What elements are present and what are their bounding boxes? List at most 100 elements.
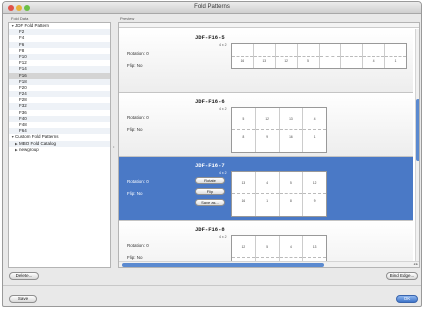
vertical-scrollbar[interactable] [415,29,419,261]
page-number: 12 [265,116,269,121]
vertical-scroll-thumb[interactable] [416,99,419,161]
page-number: 9 [313,199,316,204]
tree-item-label: MBO Fold Catalog [19,140,57,146]
flip-button[interactable]: Flip [195,188,225,195]
fold-pattern-preview[interactable]: JDF-F16-6 4 x 2 Rotation: 0 Flip: No 5 8 12 9 13… [119,93,413,157]
tree-item-label: Custom Fold Patterns [15,134,59,140]
rotate-button[interactable]: Rotate [195,177,225,184]
page-cell: 5 [297,44,320,68]
tree-item-label: F40 [19,115,27,121]
fold-pattern-tree[interactable]: ▼JDF Fold Pattern F2 F4 F6 F8 F10 F12 F14 F16 F18… [8,22,111,268]
fold-pattern-preview[interactable]: JDF-F16-5 4 x 2 Rotation: 0 Flip: No 16 13 12 5… [119,29,413,93]
tree-item-label: F16 [19,72,27,78]
page-number: 4 [313,116,316,121]
page-cell: 13 [253,44,276,68]
flip-label: Flip: No [127,191,143,196]
pattern-dimensions: 4 x 2 [219,235,227,239]
tree-item-label: F8 [19,47,25,53]
page-number: 16 [241,199,246,204]
page-cell: 16 [232,44,254,68]
page-cell: 41 [303,108,326,152]
page-number: 13 [312,244,317,249]
flip-label: Flip: No [127,63,143,68]
page-number: 16 [289,135,293,140]
tree-item-label: JDF Fold Pattern [15,23,50,28]
page-number: 12 [312,180,317,185]
page-number: 5 [289,180,292,185]
ok-button[interactable]: OK [396,295,418,303]
tree-item-label: F2 [19,29,25,35]
page-cell: 58 [279,172,304,216]
footer-divider [3,285,421,286]
tree-item-label: F10 [19,53,27,59]
page-number: 4 [266,180,269,185]
page-number: 13 [241,180,246,185]
pattern-dimensions: 4 x 2 [219,171,227,175]
tree-item-label: F18 [19,78,27,84]
fold-patterns-window: Fold Patterns Fold Data Preview ▼JDF Fol… [2,1,422,307]
preview-header-strip [119,23,419,28]
tree-item-label: F48 [19,122,27,127]
tree-item-label: F14 [19,66,27,72]
imposition-sheet[interactable]: 13 16 4 1 5 8 12 9 [231,171,327,217]
page-cell: 13 16 [232,172,256,216]
page-number: 8 [242,135,245,140]
page-number: 1 [394,58,397,63]
tree-item-label: F6 [19,41,25,47]
page-cell: 13 16 [279,108,304,152]
bind-edge-button[interactable]: Bind Edge... [386,272,418,280]
tree-item-label: F20 [19,84,27,90]
tree-item-label: F12 [19,60,27,66]
imposition-sheet[interactable]: 5 8 12 9 13 16 4 1 [231,107,327,153]
tree-item-label: F28 [19,97,27,103]
page-number: 1 [266,199,269,204]
page-number: 5 [266,244,269,249]
page-number: 12 [241,244,246,249]
split-view-divider[interactable]: • [111,22,118,268]
tree-item[interactable]: ▶newgroup [9,147,110,153]
scroll-arrows-icon[interactable]: ◂ ▸ [414,262,419,266]
save-button[interactable]: Save [9,295,37,303]
page-number: 8 [289,199,292,204]
page-number: 5 [242,116,245,121]
page-number: 1 [313,135,316,140]
page-number: 4 [289,244,292,249]
page-cell [341,44,364,68]
pattern-name: JDF-F16-5 [195,34,225,41]
page-number: 13 [289,116,293,121]
rotation-label: Rotation: 0 [127,115,149,120]
page-number: 16 [240,58,245,63]
flip-label: Flip: No [127,127,143,132]
page-cell: 41 [255,172,280,216]
fold-pattern-preview[interactable]: JDF-F16-7 4 x 2 Rotation: 0 Flip: No 13 16 4 1 5… [119,157,413,221]
save-as-button[interactable]: Save as... [195,199,225,206]
pattern-dimensions: 4 x 2 [219,107,227,111]
rotation-label: Rotation: 0 [127,243,149,248]
imposition-sheet[interactable]: 16 13 12 5 4 1 [231,43,407,69]
pattern-name: JDF-F16-8 [195,226,225,233]
page-cell: 12 9 [303,172,326,216]
page-cell: 58 [232,108,256,152]
tree-item-label: F64 [19,128,27,134]
rotation-label: Rotation: 0 [127,51,149,56]
window-title: Fold Patterns [194,4,230,10]
title-bar: Fold Patterns [3,2,421,14]
flip-label: Flip: No [127,255,143,260]
rotation-label: Rotation: 0 [127,179,149,184]
page-number: 13 [262,58,267,63]
page-cell: 12 [275,44,298,68]
tree-item-label: F4 [19,35,25,41]
pattern-dimensions: 4 x 2 [219,43,227,47]
page-number: 5 [307,58,309,63]
page-number: 4 [372,58,375,63]
delete-button[interactable]: Delete... [9,272,39,280]
splitter-handle-icon[interactable]: • [113,144,114,149]
horizontal-scrollbar[interactable]: ◂ ▸ [119,261,419,267]
pattern-name: JDF-F16-7 [195,162,225,169]
preview-pane: JDF-F16-5 4 x 2 Rotation: 0 Flip: No 16 13 12 5… [118,22,420,268]
page-cell: 1 [385,44,406,68]
horizontal-scroll-thumb[interactable] [122,263,324,267]
page-cell: 12 9 [255,108,280,152]
tree-item-label: F24 [19,91,27,97]
page-cell [319,44,342,68]
